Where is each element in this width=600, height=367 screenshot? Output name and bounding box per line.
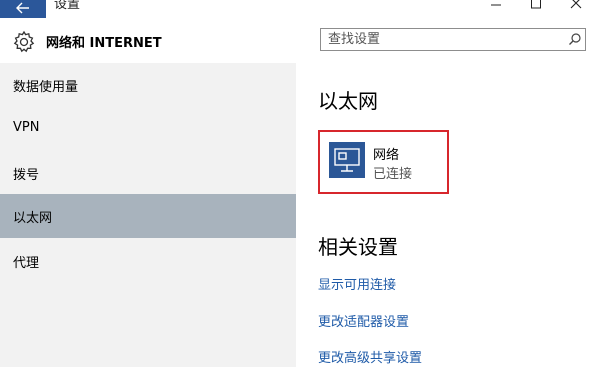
show-available-connections-link[interactable]: 显示可用连接 (318, 274, 396, 293)
network-status: 已连接 (373, 167, 413, 182)
nav-item-dial-up[interactable]: 拨号 (0, 151, 296, 195)
title-bar: 设置 (0, 0, 600, 18)
minimize-button[interactable] (476, 0, 516, 18)
close-icon (570, 0, 582, 9)
change-adapter-settings-link[interactable]: 更改适配器设置 (318, 311, 409, 330)
search-input[interactable] (321, 29, 561, 50)
pane-header: 网络和 INTERNET (0, 18, 296, 63)
back-arrow-icon (16, 2, 29, 14)
nav-item-proxy[interactable]: 代理 (0, 239, 296, 283)
network-icon-box (329, 142, 365, 178)
ethernet-icon (334, 148, 360, 172)
section-header-title: 网络和 INTERNET (46, 36, 162, 51)
back-button[interactable] (0, 0, 46, 18)
nav-item-ethernet[interactable]: 以太网 (0, 194, 296, 238)
navigation-pane: 网络和 INTERNET 数据使用量 VPN 拨号 以太网 代理 (0, 18, 296, 367)
window-title: 设置 (54, 0, 81, 12)
search-box[interactable] (320, 28, 586, 51)
nav-item-label: VPN (13, 120, 40, 135)
nav-item-label: 代理 (13, 256, 40, 271)
ethernet-section-title: 以太网 (318, 89, 378, 113)
nav-item-label: 数据使用量 (13, 80, 79, 95)
settings-window: 设置 网络和 INTERNET 数据使用量 VPN 拨号 以太网 代理 查找设置… (0, 0, 600, 367)
network-name: 网络 (373, 148, 400, 163)
maximize-button[interactable] (516, 0, 556, 18)
content-pane: 以太网 网络 已连接 相关设置 显示可用连接 更改适配器设置 更改高级共享设置 (296, 18, 600, 367)
change-advanced-sharing-link[interactable]: 更改高级共享设置 (318, 347, 422, 366)
nav-item-label: 拨号 (13, 168, 40, 183)
nav-item-data-usage[interactable]: 数据使用量 (0, 63, 296, 107)
close-button[interactable] (556, 0, 596, 18)
network-connection-tile[interactable]: 网络 已连接 (318, 130, 449, 194)
nav-item-vpn[interactable]: VPN (0, 107, 296, 151)
nav-item-label: 以太网 (13, 211, 53, 226)
minimize-icon (491, 4, 501, 6)
search-icon[interactable] (568, 32, 582, 46)
maximize-icon (531, 0, 541, 9)
related-settings-title: 相关设置 (318, 235, 398, 259)
gear-icon (13, 30, 35, 53)
